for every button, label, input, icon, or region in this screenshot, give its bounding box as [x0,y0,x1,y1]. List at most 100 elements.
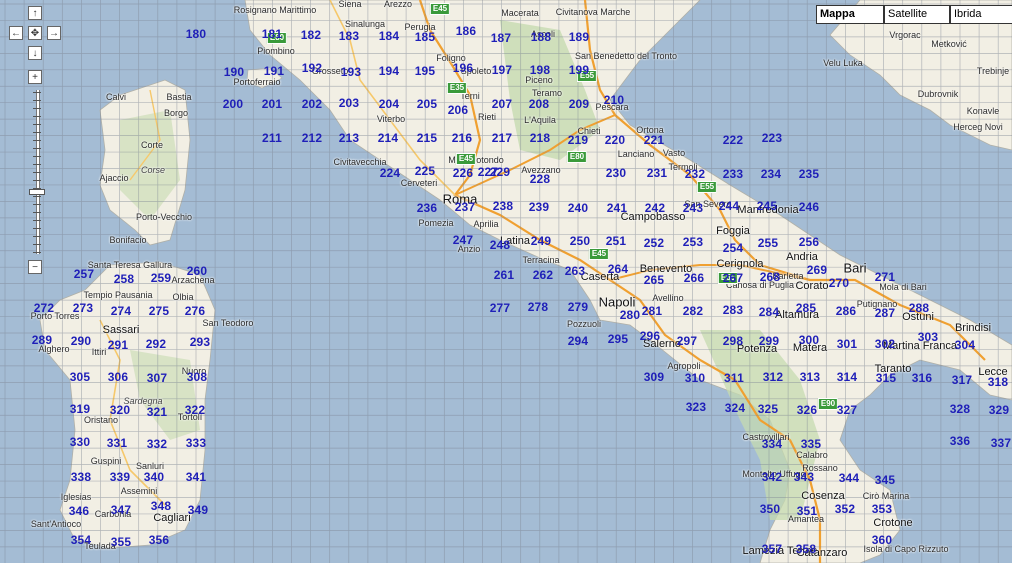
grid-cell-number[interactable]: 329 [989,403,1010,417]
map-type-mappa-button[interactable]: Mappa [816,5,884,24]
grid-cell-number[interactable]: 241 [607,201,628,215]
grid-cell-number[interactable]: 218 [530,131,551,145]
grid-cell-number[interactable]: 190 [224,65,245,79]
grid-cell-number[interactable]: 296 [640,329,661,343]
grid-cell-number[interactable]: 328 [950,402,971,416]
grid-cell-number[interactable]: 236 [417,201,438,215]
grid-cell-number[interactable]: 180 [186,27,207,41]
grid-cell-number[interactable]: 299 [759,334,780,348]
grid-cell-number[interactable]: 254 [723,241,744,255]
grid-cell-number[interactable]: 309 [644,370,665,384]
grid-cell-number[interactable]: 226 [453,166,474,180]
grid-cell-number[interactable]: 233 [723,167,744,181]
grid-cell-number[interactable]: 320 [110,403,131,417]
grid-cell-number[interactable]: 262 [533,268,554,282]
grid-cell-number[interactable]: 247 [453,233,474,247]
grid-cell-number[interactable]: 348 [151,499,172,513]
grid-cell-number[interactable]: 212 [302,131,323,145]
grid-cell-number[interactable]: 316 [912,371,933,385]
grid-cell-number[interactable]: 295 [608,332,629,346]
pan-up-button[interactable]: ↑ [28,6,42,20]
grid-cell-number[interactable]: 278 [528,300,549,314]
grid-cell-number[interactable]: 292 [146,337,167,351]
grid-cell-number[interactable]: 333 [186,436,207,450]
grid-cell-number[interactable]: 202 [302,97,323,111]
grid-cell-number[interactable]: 265 [644,273,665,287]
grid-cell-number[interactable]: 251 [606,234,627,248]
grid-cell-number[interactable]: 306 [108,370,129,384]
grid-cell-number[interactable]: 315 [876,371,897,385]
grid-cell-number[interactable]: 253 [683,235,704,249]
grid-cell-number[interactable]: 311 [724,371,744,385]
grid-cell-number[interactable]: 350 [760,502,781,516]
pan-down-button[interactable]: ↓ [28,46,42,60]
grid-cell-number[interactable]: 327 [837,403,858,417]
grid-cell-number[interactable]: 324 [725,401,746,415]
grid-cell-number[interactable]: 273 [73,301,94,315]
grid-cell-number[interactable]: 341 [186,470,207,484]
grid-cell-number[interactable]: 252 [644,236,665,250]
grid-cell-number[interactable]: 195 [415,64,436,78]
grid-cell-number[interactable]: 182 [301,28,322,42]
grid-cell-number[interactable]: 276 [185,304,206,318]
grid-cell-number[interactable]: 249 [531,234,552,248]
grid-cell-number[interactable]: 205 [417,97,438,111]
grid-cell-number[interactable]: 183 [339,29,360,43]
grid-cell-number[interactable]: 229 [490,165,511,179]
grid-cell-number[interactable]: 340 [144,470,165,484]
grid-cell-number[interactable]: 200 [223,97,244,111]
grid-cell-number[interactable]: 213 [339,131,360,145]
grid-cell-number[interactable]: 313 [800,370,821,384]
grid-cell-number[interactable]: 285 [796,301,817,315]
grid-cell-number[interactable]: 288 [909,301,930,315]
grid-cell-number[interactable]: 243 [683,201,704,215]
grid-cell-number[interactable]: 358 [796,542,817,556]
grid-cell-number[interactable]: 197 [492,63,513,77]
grid-cell-number[interactable]: 206 [448,103,469,117]
grid-cell-number[interactable]: 232 [685,167,706,181]
grid-cell-number[interactable]: 271 [875,270,896,284]
map-type-satellite-button[interactable]: Satellite [884,5,950,24]
grid-cell-number[interactable]: 224 [380,166,401,180]
grid-cell-number[interactable]: 353 [872,502,893,516]
grid-cell-number[interactable]: 351 [797,504,818,518]
grid-cell-number[interactable]: 219 [568,133,589,147]
grid-cell-number[interactable]: 191 [264,64,285,78]
grid-cell-number[interactable]: 217 [492,131,513,145]
grid-cell-number[interactable]: 270 [829,276,850,290]
grid-cell-number[interactable]: 277 [490,301,511,315]
grid-cell-number[interactable]: 319 [70,402,91,416]
grid-cell-number[interactable]: 260 [187,264,208,278]
grid-cell-number[interactable]: 225 [415,164,436,178]
grid-cell-number[interactable]: 282 [683,304,704,318]
grid-cell-number[interactable]: 334 [762,437,783,451]
grid-cell-number[interactable]: 352 [835,502,856,516]
grid-cell-number[interactable]: 332 [147,437,168,451]
grid-cell-number[interactable]: 312 [763,370,784,384]
grid-cell-number[interactable]: 290 [71,334,92,348]
grid-cell-number[interactable]: 298 [723,334,744,348]
grid-cell-number[interactable]: 266 [684,271,705,285]
grid-cell-number[interactable]: 346 [69,504,90,518]
grid-cell-number[interactable]: 256 [799,235,820,249]
grid-cell-number[interactable]: 210 [604,93,625,107]
grid-cell-number[interactable]: 354 [71,533,92,547]
grid-cell-number[interactable]: 201 [262,97,283,111]
zoom-out-button[interactable]: − [28,260,42,274]
grid-cell-number[interactable]: 230 [606,166,627,180]
grid-cell-number[interactable]: 214 [378,131,399,145]
grid-cell-number[interactable]: 199 [569,63,590,77]
grid-cell-number[interactable]: 281 [642,304,663,318]
grid-cell-number[interactable]: 301 [837,337,858,351]
grid-cell-number[interactable]: 307 [147,371,168,385]
grid-cell-number[interactable]: 215 [417,131,438,145]
zoom-handle[interactable] [29,188,45,195]
grid-cell-number[interactable]: 198 [530,63,551,77]
grid-cell-number[interactable]: 237 [455,200,476,214]
grid-cell-number[interactable]: 208 [529,97,550,111]
grid-cell-number[interactable]: 187 [491,31,512,45]
grid-cell-number[interactable]: 258 [114,272,135,286]
grid-cell-number[interactable]: 349 [188,503,209,517]
grid-cell-number[interactable]: 269 [807,263,828,277]
grid-cell-number[interactable]: 300 [799,333,820,347]
